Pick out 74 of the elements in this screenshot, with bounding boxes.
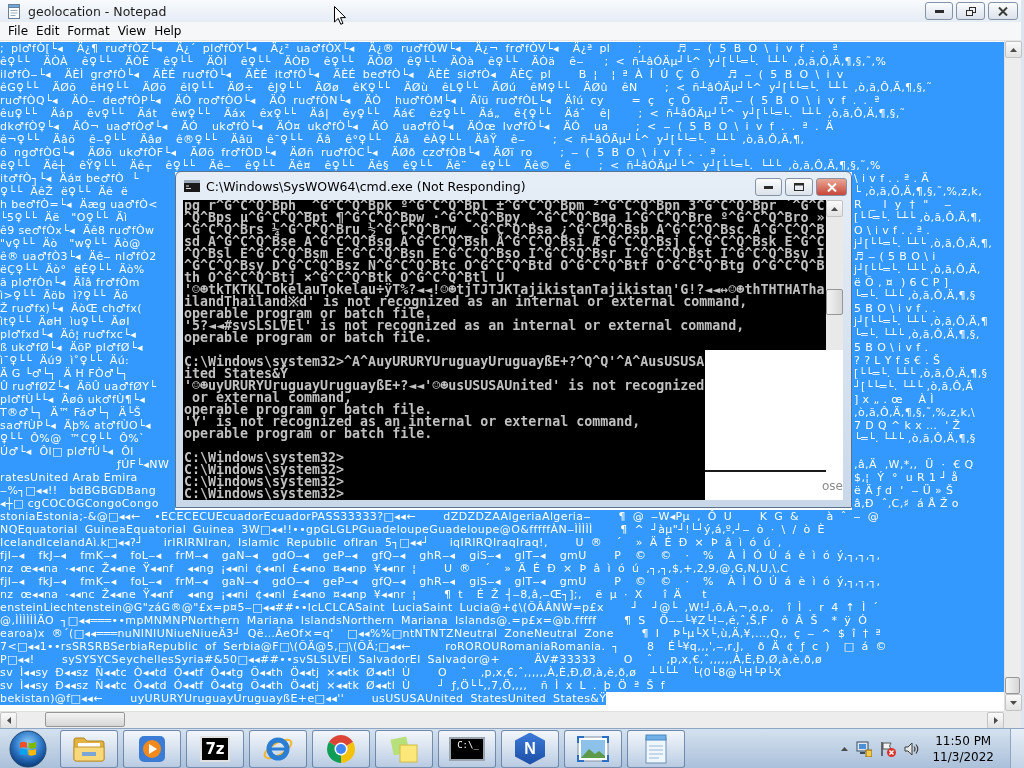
menu-item[interactable]: Help — [150, 22, 186, 40]
console-line: ^Q^Bps µ^G^C^Q^Bpt ¶^G^C^Q^Bpw ·^G^C^Q^Bpy ¸^G^C^Q^Bqa 1^G^C^Q^Bre º^G^C^Q^Bro » — [184, 212, 826, 224]
play-icon — [138, 734, 166, 763]
console-line: C:\Windows\system32> — [184, 452, 346, 464]
close-button[interactable] — [816, 178, 847, 196]
orb-icon — [9, 729, 47, 768]
folder-icon — [73, 735, 105, 762]
restore-button[interactable] — [956, 2, 985, 20]
menu-item[interactable]: Edit — [32, 22, 64, 40]
taskbar-button[interactable] — [60, 729, 118, 768]
console-line: operable program or batch file. — [184, 428, 434, 440]
taskbar-button[interactable] — [249, 729, 307, 768]
console-icon — [184, 180, 200, 192]
console-line: ilandThailand※d' is not recognized as an internal or external command, — [184, 296, 748, 308]
taskbar-button[interactable] — [627, 729, 685, 768]
taskbar-button[interactable] — [312, 729, 370, 768]
console-line: C:\Windows\system32> — [184, 476, 346, 488]
menu-item[interactable]: View — [113, 22, 151, 40]
console-line: operable program or batch file. — [184, 332, 433, 344]
clock-time[interactable]: 11:50 PM — [935, 732, 992, 749]
restore-icon — [965, 6, 976, 16]
taskbar-button[interactable]: 7z — [186, 729, 244, 768]
show-hidden-icons-button[interactable] — [841, 746, 849, 751]
menu-item[interactable]: Format — [63, 22, 114, 40]
close-icon — [998, 6, 1008, 16]
vertical-scrollbar[interactable] — [1004, 41, 1021, 711]
window-title: geolocation - Notepad — [28, 3, 167, 19]
caret-left-icon — [6, 717, 11, 724]
tricolor-circle-icon — [326, 733, 356, 764]
minimize-icon — [934, 9, 944, 13]
minimize-button[interactable] — [925, 2, 953, 20]
notepad-icon — [643, 733, 669, 764]
close-icon — [826, 182, 837, 192]
horizontal-scrollbar[interactable] — [0, 711, 1004, 728]
app-logo: N — [515, 732, 545, 765]
console-line: '5?◄◄#svSLSLVEl' is not recognized as an internal or external command, — [184, 320, 746, 332]
menu-item[interactable]: File — [4, 22, 33, 40]
flag-icon[interactable] — [880, 740, 897, 757]
scroll-thumb[interactable] — [826, 289, 843, 315]
caret-down-icon — [1010, 700, 1017, 705]
picture-icon — [577, 735, 609, 762]
scroll-thumb[interactable] — [1005, 677, 1020, 694]
caret-right-icon — [993, 717, 998, 724]
console-line: '☺☻tkTKTKLTokelauTokelau÷ÿT%?◄◄!☺☻tjTJTJKTajikistanTajikistan'G!?◄◄↔☺☻thTHTHATha — [184, 284, 826, 296]
scroll-up-button[interactable] — [1005, 41, 1022, 58]
console-line: C:\Windows\system32> — [184, 488, 346, 500]
taskbar-button[interactable] — [564, 729, 622, 768]
caret-up-icon — [831, 206, 838, 211]
scroll-up-button[interactable] — [826, 200, 843, 217]
speaker-icon[interactable] — [904, 740, 921, 757]
caret-up-icon — [841, 746, 849, 751]
taskbar-button[interactable] — [123, 729, 181, 768]
maximize-button[interactable] — [785, 178, 813, 196]
caret-up-icon — [1010, 47, 1017, 52]
console-line: pg r^G^C^Q^Bph _^G^C^Q^Bpk º^G^C^Q^Bpl ±^G^C^Q^Bpm ²^G^C^Q^Bpn 3^G^C^Q^Bpr ´^G^C — [184, 200, 826, 212]
app-logo: 7z — [200, 735, 230, 762]
clock-date[interactable]: 11/3/2022 — [932, 748, 994, 765]
scroll-down-button[interactable] — [1005, 694, 1022, 711]
close-button[interactable] — [988, 2, 1018, 20]
app-logo: C:\_ — [449, 736, 485, 761]
console-line: '☺☻uyURURYUruguayUruguayßE+?◄◄'☺☻usUSUSAUnited' is not recognized — [184, 380, 706, 392]
partial-label: ose — [822, 479, 843, 493]
taskbar-button[interactable]: C:\_ — [438, 729, 496, 768]
maximize-icon — [794, 183, 804, 191]
scroll-thumb[interactable] — [45, 712, 125, 727]
taskbar-button[interactable]: N — [501, 729, 559, 768]
window-title: C:\Windows\SysWOW64\cmd.exe (Not Responding) — [206, 178, 526, 194]
minimize-button[interactable] — [755, 178, 782, 196]
console-line: or external command, — [192, 392, 353, 404]
minimize-icon — [764, 185, 773, 189]
taskbar-button[interactable] — [375, 729, 433, 768]
notepad-icon — [6, 3, 22, 19]
monitor-icon[interactable] — [856, 740, 873, 757]
console-line: C:\Windows\system32> — [184, 464, 346, 476]
